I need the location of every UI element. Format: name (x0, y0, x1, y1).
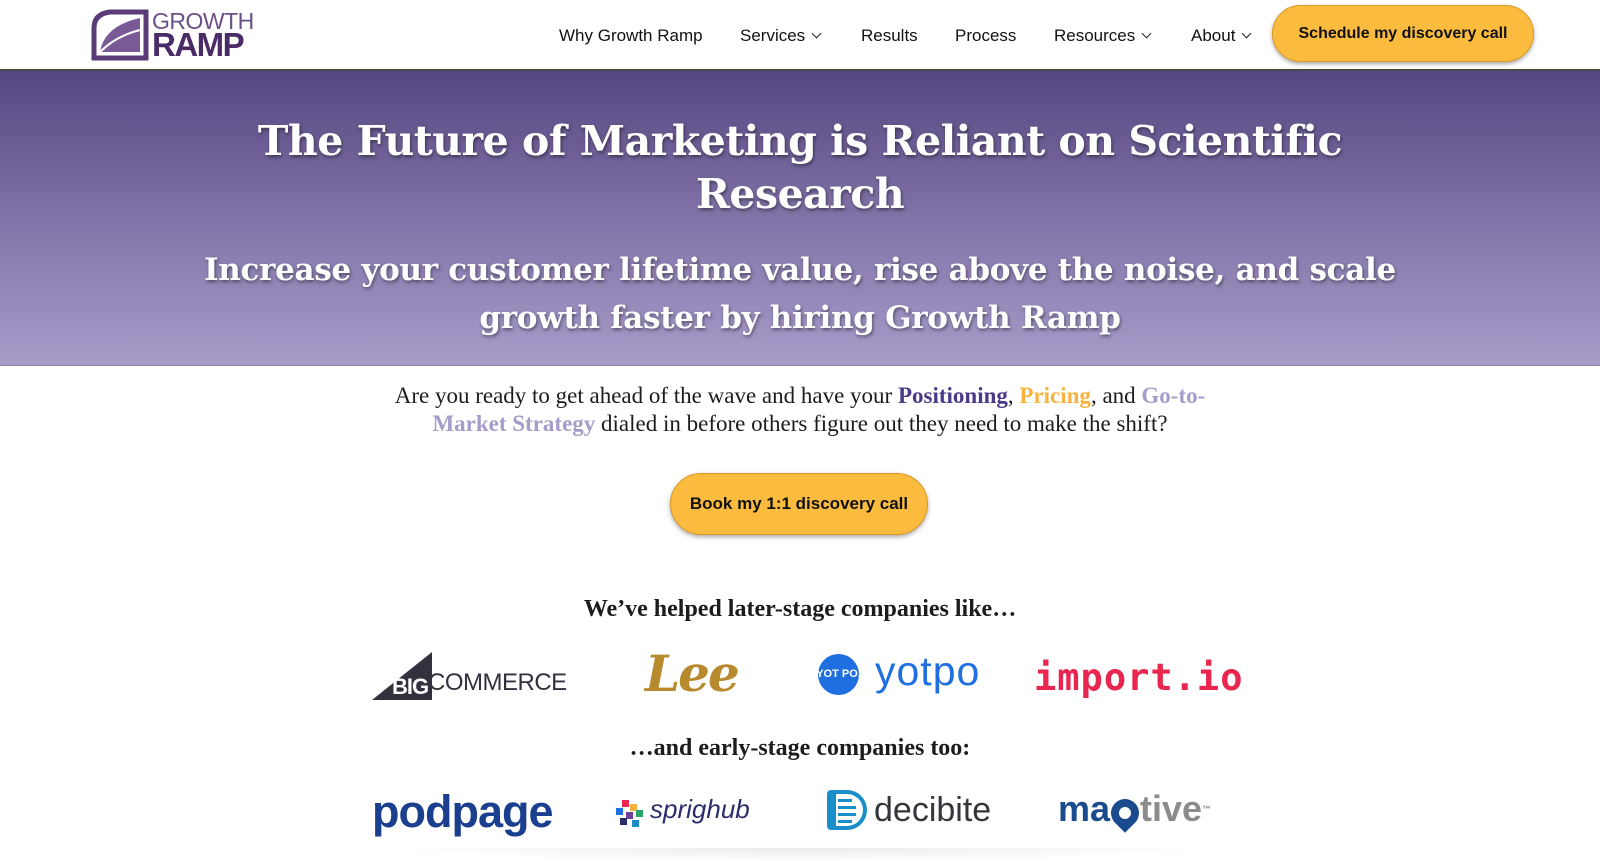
sprighub-logo: sprighub (614, 793, 750, 830)
intro-paragraph: Are you ready to get ahead of the wave a… (360, 382, 1240, 438)
nav-label: Resources (1054, 26, 1136, 45)
yotpo-badge: YOT PO. (816, 654, 861, 695)
book-discovery-call-button[interactable]: Book my 1:1 discovery call (670, 473, 928, 535)
nav-label: About (1191, 26, 1236, 45)
lee-logo: Lee (645, 644, 740, 703)
decibite-wordmark: decibite (874, 790, 992, 829)
maptive-logo: ma tive ™ (1058, 788, 1212, 833)
bigcommerce-logo: BIG COMMERCE (372, 650, 567, 702)
importio-logo: import.io (1034, 656, 1244, 699)
nav-label: Process (955, 26, 1017, 45)
sprighub-pixel-icon (614, 796, 648, 830)
bigcommerce-commerce-text: COMMERCE (428, 669, 567, 696)
later-stage-heading: We’ve helped later-stage companies like… (583, 596, 1017, 622)
hero-title: The Future of Marketing is Reliant on Sc… (257, 117, 1343, 218)
nav-label: Why Growth Ramp (559, 26, 703, 45)
intro-separator: , (1007, 383, 1020, 408)
nav-label: Services (740, 26, 806, 45)
early-stage-heading: …and early-stage companies too: (629, 735, 971, 761)
maptive-text-a: ma (1058, 788, 1111, 829)
intro-text-start: Are you ready to get ahead of the wave a… (394, 383, 898, 408)
podpage-logo: podpage (372, 786, 553, 837)
sprighub-wordmark: sprighub (650, 793, 750, 824)
section-divider-shadow (380, 848, 1220, 861)
decibite-logo: decibite (827, 790, 991, 830)
nav-why-growth-ramp[interactable]: Why Growth Ramp (559, 26, 703, 46)
nav-about[interactable]: About (1191, 26, 1252, 46)
trademark-mark: ™ (1202, 804, 1212, 814)
hero-banner: The Future of Marketing is Reliant on Sc… (0, 71, 1600, 366)
maptive-text-b: tive (1140, 788, 1203, 829)
nav-process[interactable]: Process (955, 26, 1016, 46)
positioning-highlight: Positioning (897, 383, 1008, 408)
schedule-discovery-call-button[interactable]: Schedule my discovery call (1272, 5, 1534, 62)
chevron-down-icon (811, 28, 822, 39)
chevron-down-icon (1141, 28, 1152, 39)
chevron-down-icon (1241, 28, 1252, 39)
yotpo-wordmark: yotpo (875, 648, 981, 694)
hero-subtitle: Increase your customer lifetime value, r… (204, 252, 1396, 336)
nav-services[interactable]: Services (740, 26, 822, 46)
intro-separator: , and (1090, 383, 1142, 408)
nav-resources[interactable]: Resources (1054, 26, 1152, 46)
map-pin-icon (1105, 793, 1145, 833)
site-header: GROWTH RAMP Why Growth Ramp Services Res… (0, 0, 1600, 71)
yotpo-logo: YOT PO. yotpo (816, 648, 980, 695)
pricing-highlight: Pricing (1019, 383, 1091, 408)
intro-text-end: dialed in before others figure out they … (595, 411, 1168, 436)
nav-results[interactable]: Results (861, 26, 918, 46)
decibite-d-icon (827, 790, 867, 830)
nav-label: Results (861, 26, 918, 45)
bigcommerce-big-text: BIG (392, 674, 429, 699)
bigcommerce-mark: BIG (372, 652, 436, 700)
